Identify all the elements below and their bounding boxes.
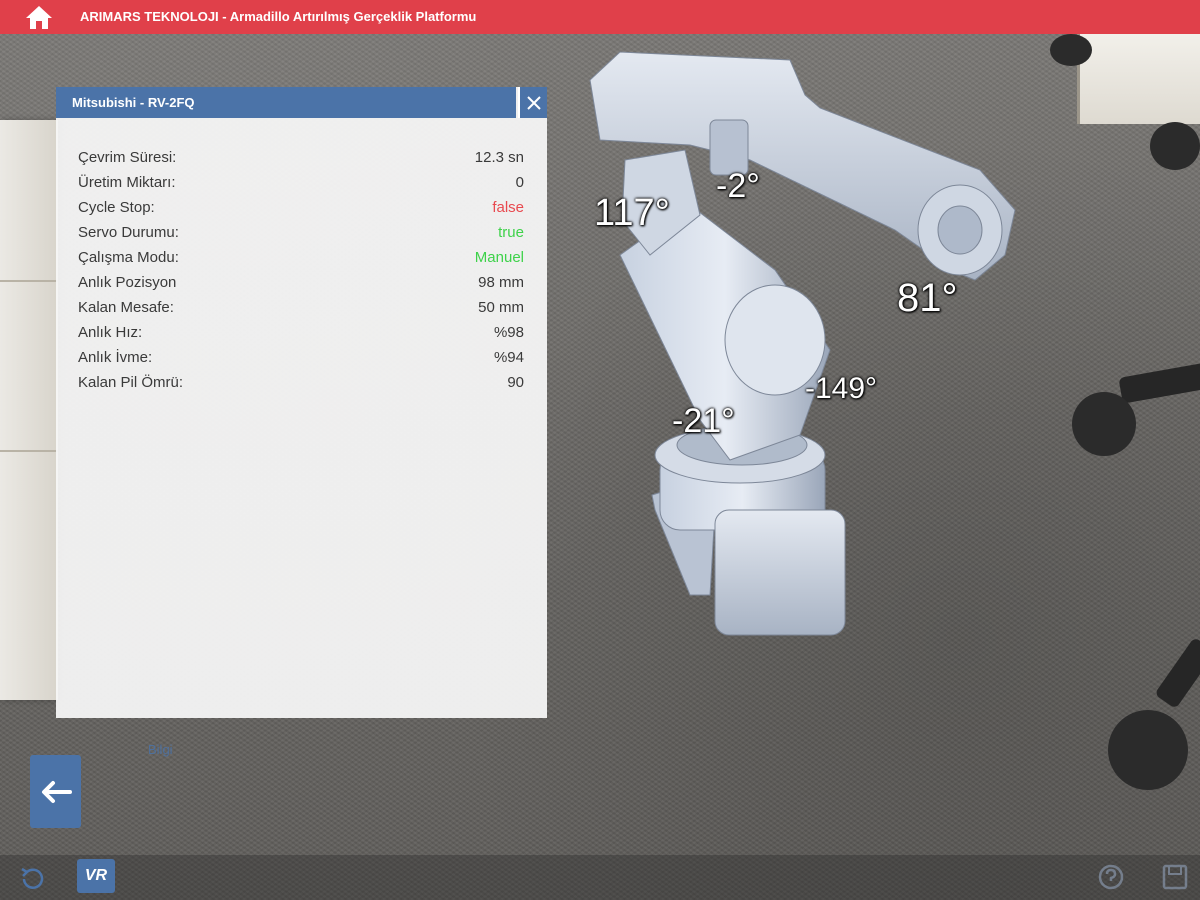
- info-label: Servo Durumu:: [78, 224, 179, 241]
- info-row: Cycle Stop: false: [78, 195, 524, 220]
- info-rows: Çevrim Süresi: 12.3 sn Üretim Miktarı: 0…: [78, 145, 524, 395]
- back-button[interactable]: [30, 755, 81, 828]
- help-icon[interactable]: [1096, 862, 1126, 892]
- info-value: true: [498, 224, 524, 241]
- info-value: 0: [515, 174, 524, 191]
- info-label: Üretim Miktarı:: [78, 174, 176, 191]
- cabinet-divider: [0, 280, 58, 282]
- info-row: Üretim Miktarı: 0: [78, 170, 524, 195]
- right-cabinet: [1077, 34, 1200, 124]
- home-icon: [26, 6, 52, 29]
- joint-angle-label: 117°: [594, 192, 670, 234]
- close-icon: [526, 95, 541, 110]
- vr-button[interactable]: VR: [77, 859, 115, 893]
- info-label: Çevrim Süresi:: [78, 149, 177, 166]
- home-button[interactable]: [22, 4, 56, 30]
- info-row: Anlık Hız: %98: [78, 320, 524, 345]
- panel-close-button[interactable]: [518, 87, 547, 118]
- info-label: Anlık Hız:: [78, 324, 143, 341]
- info-label: Anlık İvme:: [78, 349, 153, 366]
- info-value: %94: [493, 349, 524, 366]
- chair-wheel: [1050, 34, 1092, 66]
- joint-angle-label: -21°: [672, 402, 735, 440]
- info-tab-label[interactable]: Bilgi: [148, 742, 173, 757]
- info-value: false: [492, 199, 524, 216]
- left-cabinet: [0, 120, 58, 700]
- info-label: Cycle Stop:: [78, 199, 155, 216]
- info-value: 90: [507, 374, 524, 391]
- robot-info-panel: Mitsubishi - RV-2FQ Çevrim Süresi: 12.3 …: [56, 87, 547, 718]
- joint-angle-label: 81°: [897, 276, 958, 320]
- panel-header: Mitsubishi - RV-2FQ: [56, 87, 516, 118]
- bottom-toolbar: [0, 855, 1200, 900]
- info-row: Kalan Pil Ömrü: 90: [78, 370, 524, 395]
- cabinet-divider: [0, 450, 58, 452]
- info-value: 50 mm: [478, 299, 524, 316]
- joint-angle-label: -2°: [716, 167, 760, 205]
- app-header: ARIMARS TEKNOLOJI - Armadillo Artırılmış…: [0, 0, 1200, 34]
- back-arrow-icon: [41, 780, 72, 803]
- info-label: Kalan Mesafe:: [78, 299, 174, 316]
- info-label: Kalan Pil Ömrü:: [78, 374, 184, 391]
- info-row: Kalan Mesafe: 50 mm: [78, 295, 524, 320]
- robot-arm-model[interactable]: [560, 40, 1040, 640]
- vr-icon: VR: [84, 867, 108, 884]
- panel-title: Mitsubishi - RV-2FQ: [72, 95, 195, 110]
- info-label: Anlık Pozisyon: [78, 274, 177, 291]
- chair-wheel: [1072, 392, 1136, 456]
- info-label: Çalışma Modu:: [78, 249, 179, 266]
- chair-wheel: [1108, 710, 1188, 790]
- info-row: Çalışma Modu: Manuel: [78, 245, 524, 270]
- joint-angle-label: -149°: [805, 372, 878, 405]
- info-row: Servo Durumu: true: [78, 220, 524, 245]
- info-value: Manuel: [474, 249, 524, 266]
- app-title: ARIMARS TEKNOLOJI - Armadillo Artırılmış…: [80, 9, 477, 24]
- info-value: %98: [493, 324, 524, 341]
- info-value: 98 mm: [478, 274, 524, 291]
- save-icon[interactable]: [1160, 862, 1190, 892]
- reset-icon[interactable]: [18, 865, 46, 893]
- info-row: Anlık Pozisyon 98 mm: [78, 270, 524, 295]
- info-row: Anlık İvme: %94: [78, 345, 524, 370]
- chair-wheel: [1150, 122, 1200, 170]
- info-row: Çevrim Süresi: 12.3 sn: [78, 145, 524, 170]
- info-value: 12.3 sn: [474, 149, 524, 166]
